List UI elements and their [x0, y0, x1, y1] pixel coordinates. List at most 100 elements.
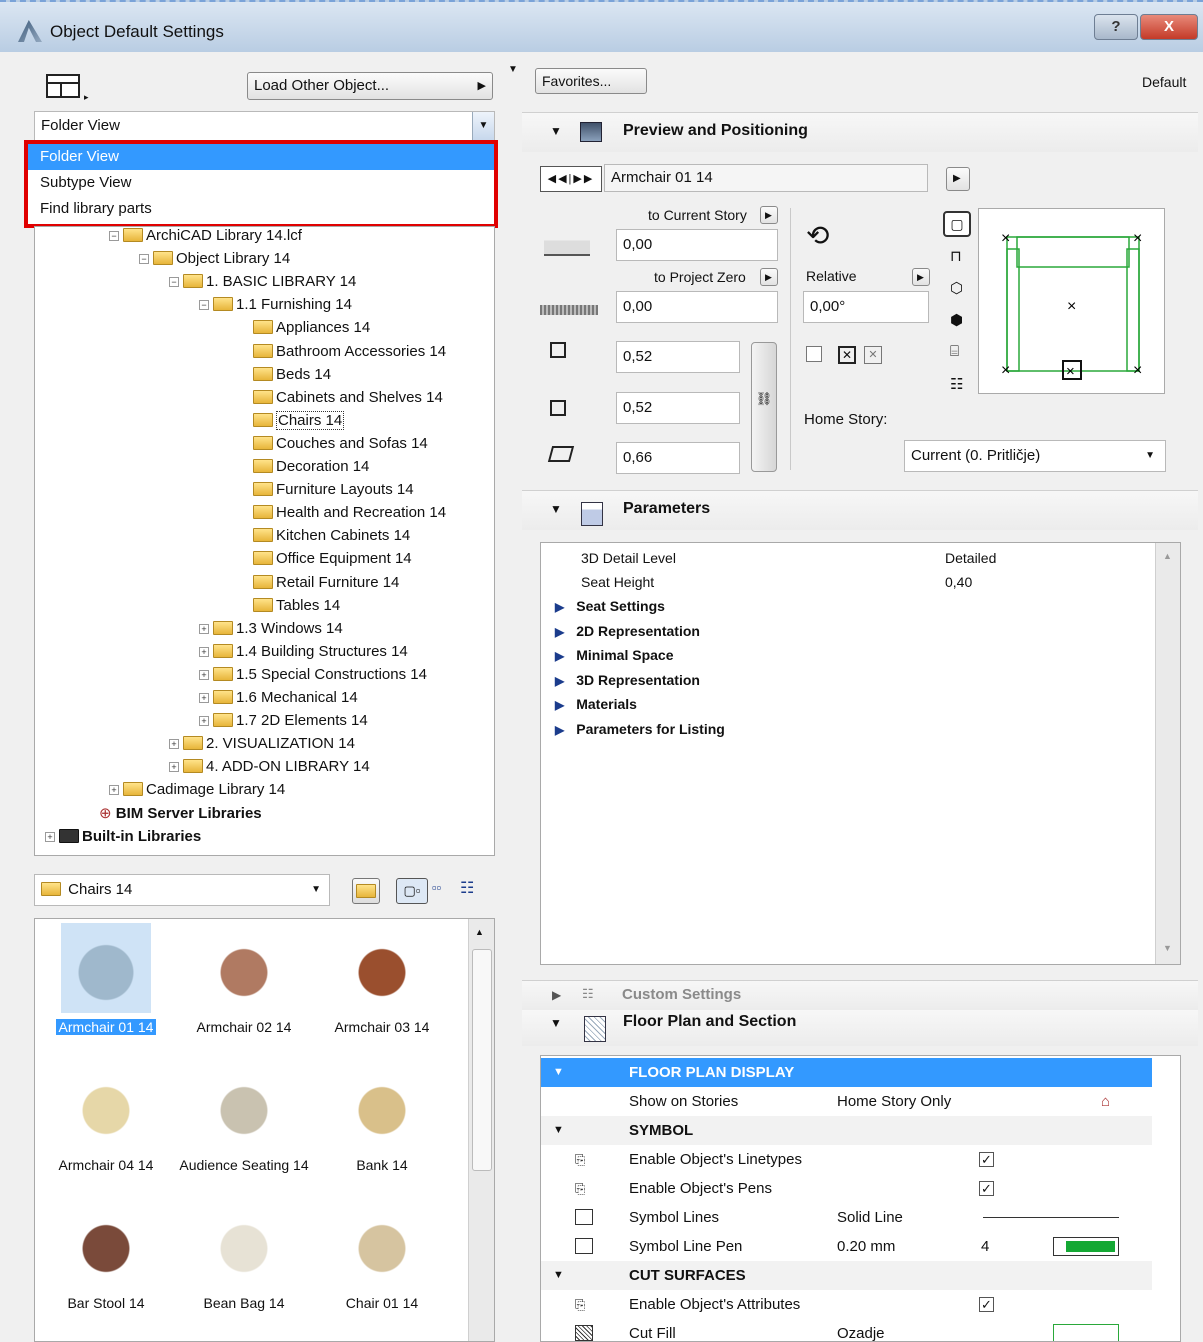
home-story-select[interactable]: Current (0. Pritličje) ▼ — [904, 440, 1166, 472]
tree-node[interactable]: Decoration 14 — [253, 456, 369, 478]
parameter-row[interactable]: 3D Detail Level Detailed — [581, 550, 1141, 566]
tree-node[interactable]: − Object Library 14 — [139, 248, 290, 270]
pen-number-value[interactable]: 4 — [981, 1232, 989, 1261]
expand-triangle-icon[interactable]: ▶ — [555, 649, 564, 663]
tree-node[interactable]: Health and Recreation 14 — [253, 502, 446, 524]
gallery-item[interactable]: Armchair 04 14 — [39, 1061, 173, 1173]
large-icons-view-icon[interactable]: ▢▫ — [396, 878, 428, 904]
tree-node[interactable]: Cabinets and Shelves 14 — [253, 387, 443, 409]
object-gallery[interactable]: ▲ Armchair 01 14 Armchair 02 14 Armchair 0… — [34, 918, 495, 1342]
width-field[interactable]: 0,52 — [616, 341, 740, 373]
chevron-down-icon[interactable]: ▼ — [311, 875, 321, 905]
tree-node[interactable]: +1.3 Windows 14 — [199, 618, 343, 640]
gallery-item[interactable]: Armchair 01 14 — [39, 923, 173, 1035]
attributes-row[interactable]: ⎘ Enable Object's Attributes ✓ — [541, 1290, 1152, 1319]
collapse-icon[interactable]: − — [139, 254, 149, 265]
elevation-story-field[interactable]: 0,00 — [616, 229, 778, 261]
tree-node[interactable]: + Built-in Libraries — [45, 826, 201, 848]
tree-node[interactable]: − ArchiCAD Library 14.lcf — [109, 227, 302, 247]
pens-checkbox[interactable]: ✓ — [979, 1181, 994, 1196]
gallery-item[interactable]: Bean Bag 14 — [177, 1199, 311, 1311]
chevron-down-icon[interactable]: ▼ — [1145, 441, 1155, 471]
expand-icon[interactable]: + — [169, 762, 179, 773]
scroll-thumb[interactable] — [472, 949, 492, 1171]
chevron-down-icon[interactable]: ▼ — [472, 112, 494, 140]
plan-view-button[interactable]: ▢ — [943, 211, 971, 237]
collapse-icon[interactable]: − — [199, 300, 209, 311]
parameter-group[interactable]: ▶ Parameters for Listing — [555, 721, 725, 737]
depth-field[interactable]: 0,52 — [616, 392, 740, 424]
fill-swatch[interactable] — [1053, 1324, 1119, 1341]
parameter-group[interactable]: ▶ Materials — [555, 696, 637, 712]
gallery-item[interactable]: Armchair 03 14 — [315, 923, 449, 1035]
gallery-item[interactable]: Bar Stool 14 — [39, 1199, 173, 1311]
expand-icon[interactable]: + — [199, 716, 209, 727]
tree-node[interactable]: Tables 14 — [253, 595, 340, 617]
expand-icon[interactable]: + — [199, 623, 209, 634]
parameter-group[interactable]: ▶ Seat Settings — [555, 598, 665, 614]
floorplan-list[interactable]: ▼ FLOOR PLAN DISPLAY Show on Stories Hom… — [540, 1055, 1181, 1342]
tree-node[interactable]: +1.7 2D Elements 14 — [199, 710, 368, 732]
tree-node[interactable]: − 1.1 Furnishing 14 — [199, 294, 352, 316]
tree-node[interactable]: − 1. BASIC LIBRARY 14 — [169, 271, 356, 293]
gallery-item[interactable]: Chair 01 14 — [315, 1199, 449, 1311]
solid-line-value[interactable]: Solid Line — [837, 1203, 903, 1232]
elevation-view-icon[interactable]: ⌸ — [950, 343, 959, 360]
expand-icon[interactable]: + — [169, 739, 179, 750]
symbol-row[interactable]: ▼ SYMBOL — [541, 1116, 1152, 1145]
mirror-checkbox[interactable] — [806, 346, 822, 362]
expand-triangle-icon[interactable]: ▶ — [555, 625, 564, 639]
relative-button[interactable]: ▶ — [912, 268, 930, 286]
expand-triangle-icon[interactable]: ▶ — [555, 698, 564, 712]
symbol-line-pen-row[interactable]: Symbol Line Pen 0.20 mm 4 — [541, 1232, 1152, 1261]
tree-node[interactable]: +2. VISUALIZATION 14 — [169, 733, 355, 755]
tree-node[interactable]: Beds 14 — [253, 364, 331, 386]
tree-node[interactable]: Retail Furniture 14 — [253, 572, 399, 594]
option-subtype-view[interactable]: Subtype View — [28, 170, 494, 196]
expand-triangle-icon[interactable]: ▶ — [555, 674, 564, 688]
tree-node[interactable]: +1.6 Mechanical 14 — [199, 687, 358, 709]
fill-name-value[interactable]: Ozadje — [837, 1319, 885, 1341]
gallery-scrollbar[interactable]: ▲ — [468, 919, 494, 1341]
tree-node[interactable]: +4. ADD-ON LIBRARY 14 — [169, 756, 370, 778]
parameter-value[interactable]: Detailed — [945, 550, 996, 566]
parameter-value[interactable]: 0,40 — [945, 574, 972, 590]
gallery-item[interactable]: Audience Seating 14 — [177, 1061, 311, 1173]
tree-node[interactable]: ⊕ BIM Server Libraries — [69, 803, 262, 825]
expand-triangle-icon[interactable]: ▶ — [555, 723, 564, 737]
show-on-stories-row[interactable]: Show on Stories Home Story Only ⌂ — [541, 1087, 1152, 1116]
object-name-field[interactable]: Armchair 01 14 — [604, 164, 928, 192]
chain-link-icon[interactable]: ⛓ — [751, 342, 777, 472]
list-view-icon[interactable]: ☷ — [950, 375, 963, 393]
parameter-group[interactable]: ▶ 3D Representation — [555, 672, 700, 688]
expand-triangle-icon[interactable]: ▶ — [552, 988, 561, 1002]
folder-select[interactable]: Chairs 14 ▼ — [34, 874, 330, 906]
tree-node[interactable]: +1.5 Special Constructions 14 — [199, 664, 427, 686]
tree-node[interactable]: Office Equipment 14 — [253, 548, 412, 570]
folder-up-icon[interactable] — [352, 878, 380, 904]
parameter-group[interactable]: ▶ 2D Representation — [555, 623, 700, 639]
expand-icon[interactable]: + — [199, 646, 209, 657]
collapse-icon[interactable]: − — [109, 231, 119, 241]
cut-fill-row[interactable]: Cut Fill Ozadje — [541, 1319, 1152, 1341]
expand-triangle-icon[interactable]: ▶ — [555, 600, 564, 614]
gallery-item[interactable]: Armchair 02 14 — [177, 923, 311, 1035]
tree-node[interactable]: Furniture Layouts 14 — [253, 479, 414, 501]
option-folder-view[interactable]: Folder View — [28, 144, 494, 170]
tree-node[interactable]: Appliances 14 — [253, 317, 370, 339]
view-mode-icon[interactable] — [46, 74, 80, 98]
favorites-button[interactable]: Favorites... — [535, 68, 647, 94]
collapse-triangle-icon[interactable]: ▼ — [553, 1261, 564, 1290]
expand-icon[interactable]: + — [109, 785, 119, 796]
home-story-only-value[interactable]: Home Story Only — [837, 1087, 951, 1116]
object-menu-button[interactable]: ▶ — [946, 167, 970, 191]
linetypes-row[interactable]: ⎘ Enable Object's Linetypes ✓ — [541, 1145, 1152, 1174]
collapse-triangle-icon[interactable]: ▼ — [550, 124, 562, 138]
zero-ref-button[interactable]: ▶ — [760, 268, 778, 286]
pen-color-swatch[interactable] — [1053, 1237, 1119, 1256]
tree-node[interactable]: Chairs 14 — [253, 410, 345, 432]
collapse-icon[interactable]: − — [169, 277, 179, 288]
tree-node[interactable]: Bathroom Accessories 14 — [253, 341, 446, 363]
collapse-triangle-icon[interactable]: ▼ — [553, 1116, 564, 1145]
tree-node[interactable]: Kitchen Cabinets 14 — [253, 525, 410, 547]
